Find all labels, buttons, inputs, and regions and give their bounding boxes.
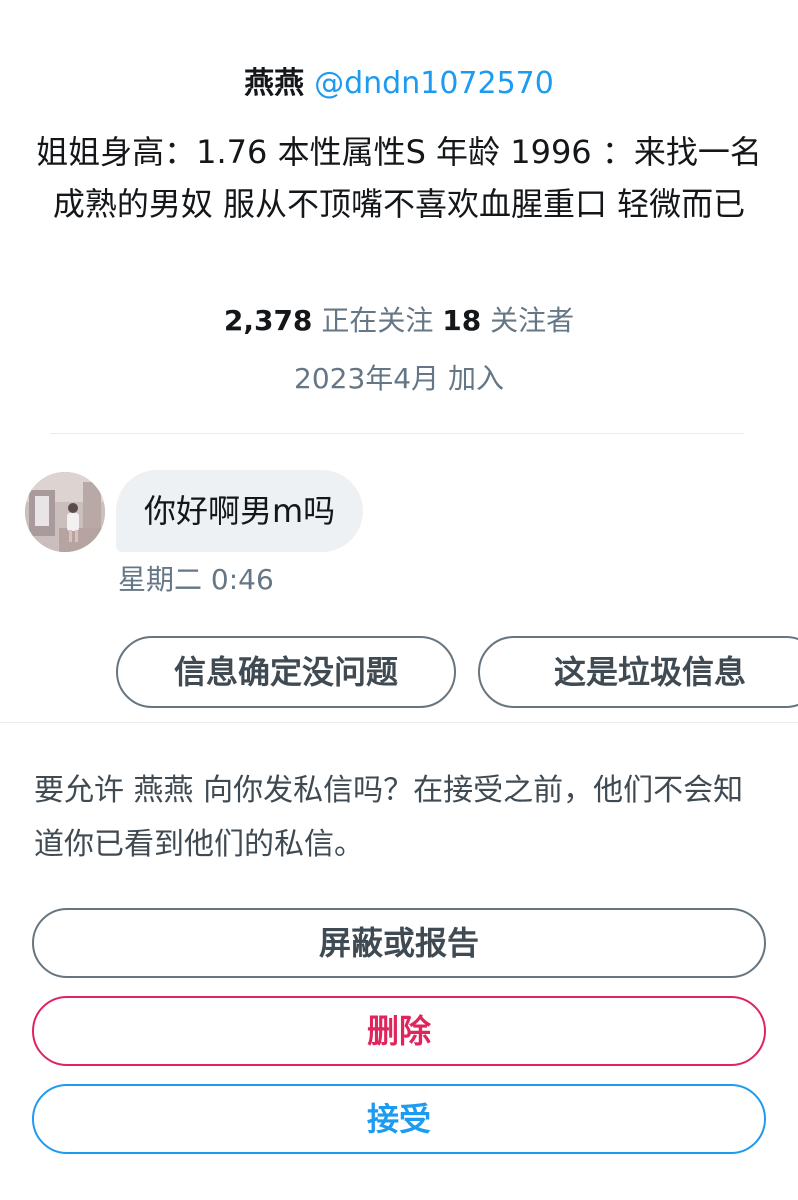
section-divider xyxy=(0,722,798,723)
profile-stats: 2,378 正在关注 18 关注者 xyxy=(0,300,798,342)
message-request-prompt: 要允许 燕燕 向你发私信吗？在接受之前，他们不会知道你已看到他们的私信。 xyxy=(34,773,744,862)
followers-label: 关注者 xyxy=(490,304,575,337)
followers-link[interactable]: 18 关注者 xyxy=(442,304,574,337)
delete-button[interactable]: 删除 xyxy=(32,996,766,1066)
following-link[interactable]: 2,378 正在关注 xyxy=(224,304,434,337)
profile-bio: 姐姐身高：1.76 本性属性S 年龄 1996 ：来找一名成熟的男奴 服从不顶嘴… xyxy=(36,133,762,223)
quick-reply-spam-button[interactable]: 这是垃圾信息 xyxy=(478,636,798,708)
accept-button[interactable]: 接受 xyxy=(32,1084,766,1154)
message-timestamp: 星期二 0:46 xyxy=(118,563,274,596)
avatar-photo xyxy=(25,472,105,552)
dm-request-screen: 燕燕 @dndn1072570 姐姐身高：1.76 本性属性S 年龄 1996 ：… xyxy=(0,0,798,1200)
profile-name-row: 燕燕 @dndn1072570 xyxy=(0,62,798,106)
header-divider xyxy=(50,433,744,434)
following-count: 2,378 xyxy=(223,304,313,337)
followers-count: 18 xyxy=(442,304,482,337)
profile-handle[interactable]: @dndn1072570 xyxy=(314,66,554,101)
message-bubble[interactable]: 你好啊男m吗 xyxy=(116,470,364,552)
sender-avatar[interactable] xyxy=(25,472,105,552)
block-or-report-button[interactable]: 屏蔽或报告 xyxy=(32,908,766,978)
quick-reply-row: 信息确定没问题 这是垃圾信息 xyxy=(0,636,798,710)
profile-display-name[interactable]: 燕燕 xyxy=(244,66,304,101)
profile-joined-date: 2023年4月 加入 xyxy=(294,362,504,395)
quick-reply-not-spam-button[interactable]: 信息确定没问题 xyxy=(116,636,456,708)
following-label: 正在关注 xyxy=(321,304,434,337)
